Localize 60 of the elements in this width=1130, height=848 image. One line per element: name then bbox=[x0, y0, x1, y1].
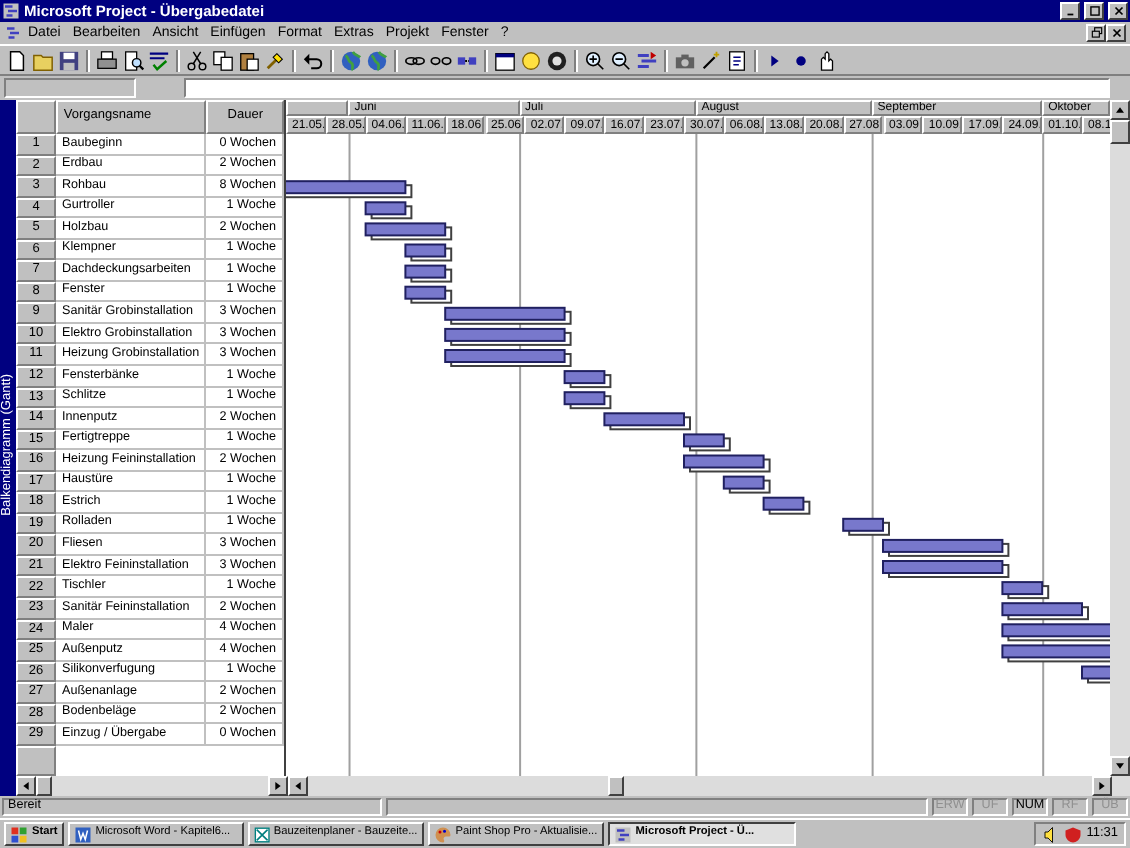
restore-button[interactable] bbox=[1086, 24, 1106, 42]
scroll-right-button[interactable] bbox=[268, 776, 288, 796]
left-arrow-icon bbox=[18, 778, 34, 794]
scroll-left-button[interactable] bbox=[16, 776, 36, 796]
save-icon[interactable] bbox=[58, 49, 80, 71]
spellcheck-icon[interactable] bbox=[148, 49, 170, 71]
copy-icon[interactable] bbox=[212, 49, 234, 71]
zoom-in-icon[interactable] bbox=[584, 49, 606, 71]
gantt-bar bbox=[882, 560, 1010, 578]
new-file-icon[interactable] bbox=[6, 49, 28, 71]
gantt-bar bbox=[563, 370, 612, 389]
name-box bbox=[4, 78, 136, 98]
scroll-thumb[interactable] bbox=[608, 776, 624, 796]
format-painter-icon[interactable] bbox=[264, 49, 286, 71]
windows-logo-icon bbox=[10, 825, 28, 843]
minimize-button[interactable] bbox=[1060, 2, 1080, 20]
print-preview-icon[interactable] bbox=[122, 49, 144, 71]
calendar-icon[interactable] bbox=[494, 49, 516, 71]
cut-icon[interactable] bbox=[186, 49, 208, 71]
gantt-bar bbox=[444, 349, 572, 367]
gantt-bar bbox=[404, 264, 453, 283]
paste-icon[interactable] bbox=[238, 49, 260, 71]
globe-icon[interactable] bbox=[366, 49, 388, 71]
scroll-up-button[interactable] bbox=[1110, 100, 1130, 120]
wand-icon[interactable] bbox=[700, 49, 722, 71]
maximize-button[interactable] bbox=[1084, 2, 1104, 20]
scroll-right-button[interactable] bbox=[1092, 776, 1112, 796]
zoom-out-icon[interactable] bbox=[610, 49, 632, 71]
close-icon bbox=[1109, 26, 1123, 40]
close-icon bbox=[1111, 4, 1125, 18]
palette-icon bbox=[433, 825, 452, 843]
maximize-icon bbox=[1087, 4, 1101, 18]
gantt-bar bbox=[444, 327, 572, 346]
go-to-task-icon[interactable] bbox=[636, 49, 658, 71]
document-icon bbox=[73, 825, 92, 843]
scroll-left-button[interactable] bbox=[288, 776, 308, 796]
scroll-thumb[interactable] bbox=[36, 776, 52, 796]
corner-cell[interactable] bbox=[16, 100, 56, 134]
document-icon bbox=[4, 24, 22, 42]
right-arrow-icon bbox=[1094, 778, 1110, 794]
down-arrow-icon bbox=[1112, 758, 1128, 774]
globe-icon[interactable] bbox=[340, 49, 362, 71]
printer-icon[interactable] bbox=[96, 49, 118, 71]
up-arrow-icon bbox=[1112, 102, 1128, 118]
entry-field[interactable] bbox=[184, 78, 1110, 98]
gantt-bar bbox=[762, 496, 811, 515]
close-button[interactable] bbox=[1106, 24, 1126, 42]
scroll-thumb[interactable] bbox=[1110, 120, 1130, 144]
scroll-down-button[interactable] bbox=[1110, 756, 1130, 776]
planner-icon bbox=[253, 825, 270, 843]
undo-icon[interactable] bbox=[302, 49, 324, 71]
right-arrow-icon bbox=[270, 778, 286, 794]
app-icon bbox=[2, 2, 20, 20]
close-button[interactable] bbox=[1108, 2, 1128, 20]
folder-icon[interactable] bbox=[32, 49, 54, 71]
camera-icon[interactable] bbox=[674, 49, 696, 71]
app-icon bbox=[613, 825, 632, 843]
hand-icon[interactable] bbox=[816, 49, 838, 71]
restore-icon bbox=[1089, 26, 1103, 40]
left-arrow-icon bbox=[290, 778, 306, 794]
